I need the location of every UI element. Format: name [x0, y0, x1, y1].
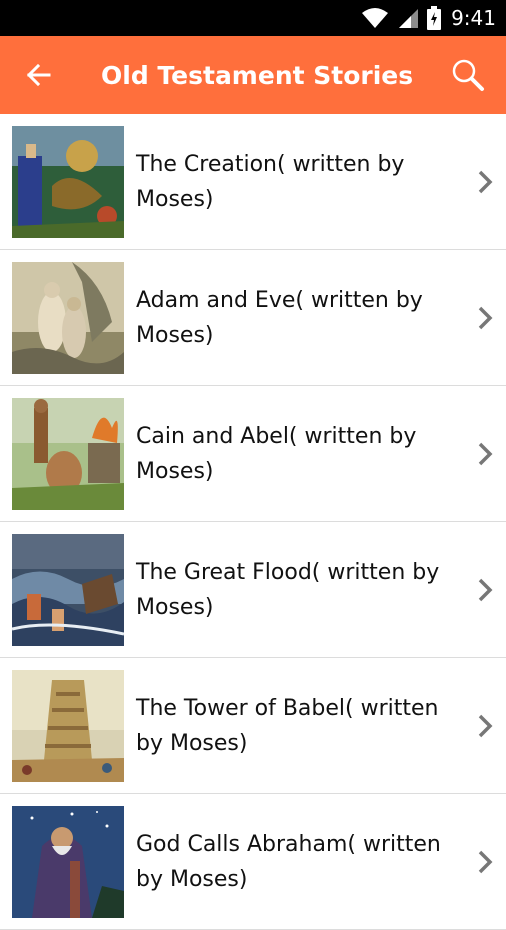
back-button[interactable] — [18, 55, 58, 95]
story-thumbnail — [12, 126, 124, 238]
story-title: Adam and Eve( written by Moses) — [136, 288, 423, 348]
signal-icon — [399, 9, 419, 28]
list-item[interactable]: The Creation( written by Moses) — [0, 114, 506, 250]
list-item[interactable]: God Calls Abraham( written by Moses) — [0, 794, 506, 930]
battery-icon — [427, 6, 442, 30]
wifi-icon — [362, 8, 389, 28]
creation-painting — [12, 126, 124, 238]
story-list: The Creation( written by Moses) Adam and… — [0, 114, 506, 930]
arrow-back-icon — [26, 63, 51, 87]
chevron-right-icon — [478, 850, 493, 874]
story-title: The Great Flood( written by Moses) — [136, 560, 440, 620]
chevron-right-icon — [478, 306, 493, 330]
story-thumbnail — [12, 398, 124, 510]
list-item[interactable]: The Tower of Babel( written by Moses) — [0, 658, 506, 794]
status-bar: 9:41 — [0, 0, 506, 36]
status-icons: 9:41 — [361, 0, 496, 36]
story-thumbnail — [12, 534, 124, 646]
adam-eve-painting — [12, 262, 124, 374]
story-title: Cain and Abel( written by Moses) — [136, 424, 417, 484]
page-title: Old Testament Stories — [101, 60, 414, 90]
babel-painting — [12, 670, 124, 782]
chevron-right-icon — [478, 442, 493, 466]
chevron-right-icon — [478, 714, 493, 738]
list-item[interactable]: Adam and Eve( written by Moses) — [0, 250, 506, 386]
story-title: The Creation( written by Moses) — [136, 152, 405, 212]
search-button[interactable] — [448, 55, 488, 95]
story-thumbnail — [12, 806, 124, 918]
flood-painting — [12, 534, 124, 646]
abraham-painting — [12, 806, 124, 918]
list-item[interactable]: The Great Flood( written by Moses) — [0, 522, 506, 658]
status-time: 9:41 — [451, 6, 496, 30]
chevron-right-icon — [478, 170, 493, 194]
story-title: God Calls Abraham( written by Moses) — [136, 832, 441, 892]
story-title: The Tower of Babel( written by Moses) — [136, 696, 439, 756]
app-bar: Old Testament Stories — [0, 36, 506, 114]
cain-abel-painting — [12, 398, 124, 510]
chevron-right-icon — [478, 578, 493, 602]
story-thumbnail — [12, 670, 124, 782]
story-thumbnail — [12, 262, 124, 374]
search-icon — [452, 59, 484, 91]
list-item[interactable]: Cain and Abel( written by Moses) — [0, 386, 506, 522]
